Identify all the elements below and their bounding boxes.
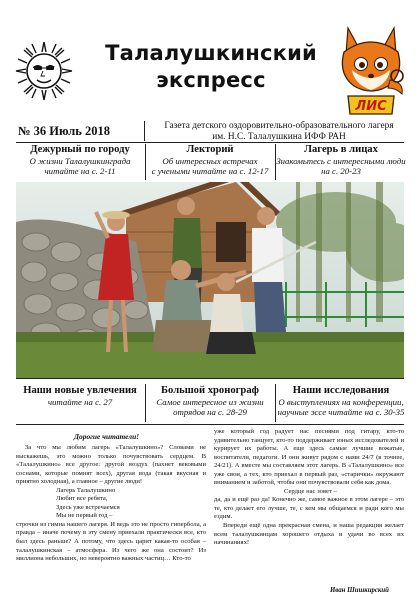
issue-number-date: № 36 Июль 2018 bbox=[18, 124, 111, 138]
teaser-text: отрядов на с. 28-29 bbox=[173, 407, 247, 418]
teaser-camp-faces[interactable]: Лагерь в лицах Знакомьтесь с интересными… bbox=[276, 144, 406, 177]
teaser-text: на с. 20-23 bbox=[321, 166, 361, 177]
sun-logo-icon bbox=[15, 41, 73, 101]
editorial-column-right: уже который год радует нас песнями под г… bbox=[214, 428, 404, 548]
fox-logo-icon: ЛИС bbox=[341, 25, 404, 115]
cover-photo bbox=[16, 182, 404, 378]
title-line-1: Талалушкинский bbox=[105, 41, 317, 65]
teaser-text: Самое интересное из жизни bbox=[156, 397, 264, 407]
divider bbox=[144, 121, 145, 141]
poem-line: Любит все ребята, bbox=[56, 495, 108, 503]
publisher-info: Газета детского оздоровительно-образоват… bbox=[148, 121, 410, 143]
teaser-heading: Наши исследования bbox=[292, 385, 390, 396]
publisher-line-1: Газета детского оздоровительно-образоват… bbox=[164, 121, 394, 131]
teaser-on-duty[interactable]: Дежурный по городу О жизни Талалушкингра… bbox=[16, 144, 144, 177]
teaser-heading: Лекторий bbox=[186, 144, 234, 155]
poem-line: Здесь уже встречаемся bbox=[56, 503, 120, 511]
paragraph: строчки из гимна нашего лагеря. И ведь э… bbox=[16, 520, 206, 563]
divider bbox=[16, 142, 404, 143]
teaser-heading: Лагерь в лицах bbox=[304, 144, 378, 155]
teaser-text: О выступлениях на конференции, bbox=[278, 397, 404, 407]
editorial-greeting: Дорогие читатели! bbox=[74, 432, 140, 441]
teaser-text: О жизни Талалушкинграда bbox=[29, 156, 131, 166]
teaser-hobbies[interactable]: Наши новые увлечения читайте на с. 27 bbox=[16, 385, 144, 407]
teaser-heading: Наши новые увлечения bbox=[23, 385, 137, 396]
teaser-text: читайте на с. 2-11 bbox=[44, 166, 116, 177]
author-signature: Иван Шишкирский bbox=[330, 587, 389, 594]
teaser-heading: Большой хронограф bbox=[161, 385, 259, 396]
title-line-2: экспресс bbox=[156, 68, 266, 92]
teaser-text: Об интересных встречах bbox=[162, 156, 258, 166]
divider bbox=[16, 424, 404, 425]
teaser-text: с учеными читайте на с. 12-17 bbox=[151, 166, 269, 177]
newspaper-title: Талалушкинский экспресс bbox=[80, 40, 342, 94]
paragraph: Впереди ещё одна прекрасная смена, и наш… bbox=[214, 522, 404, 547]
divider bbox=[16, 378, 404, 379]
poem-line: Лагерь Талалушкино bbox=[56, 486, 116, 494]
teaser-text: читайте на с. 27 bbox=[47, 397, 113, 407]
editorial-column-left: За что мы любим лагерь «Талалушкино»? Сл… bbox=[16, 444, 206, 564]
paragraph: да, да и ещё раз да! Конечно же, самое в… bbox=[214, 496, 404, 521]
paragraph: За что мы любим лагерь «Талалушкино»? Сл… bbox=[16, 444, 206, 486]
poem-line: Мы не первый год – bbox=[56, 512, 113, 520]
teaser-chronograph[interactable]: Большой хронограф Самое интересное из жи… bbox=[146, 385, 274, 418]
paragraph: уже который год радует нас песнями под г… bbox=[214, 428, 404, 487]
teaser-research[interactable]: Наши исследования О выступлениях на конф… bbox=[276, 385, 406, 418]
teaser-heading: Дежурный по городу bbox=[30, 144, 130, 155]
poem-line: Сердце нас зовет – bbox=[284, 487, 337, 495]
teaser-lectures[interactable]: Лекторий Об интересных встречах с ученым… bbox=[146, 144, 274, 177]
teaser-text: Знакомьтесь с интересными люди bbox=[276, 156, 406, 166]
teaser-text: научные эссе читайте на с. 30-35 bbox=[277, 407, 405, 418]
fox-logo-label: ЛИС bbox=[354, 99, 387, 114]
